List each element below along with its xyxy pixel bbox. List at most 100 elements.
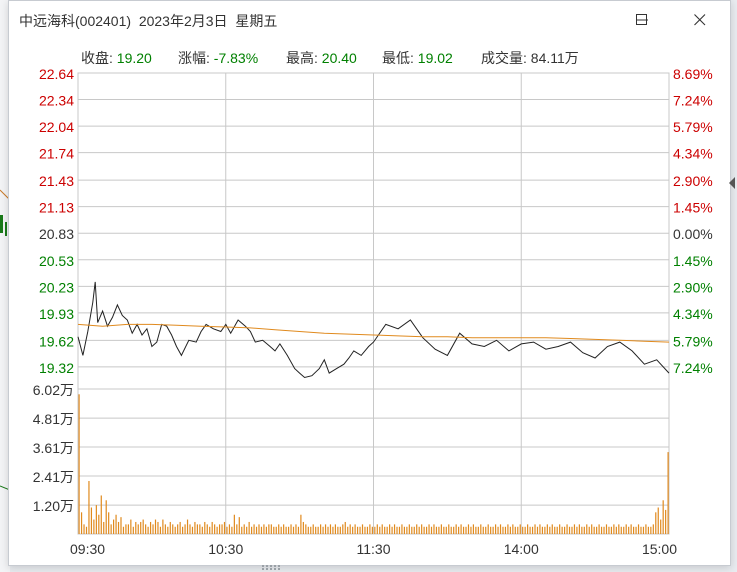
volume-bar (209, 526, 211, 534)
price-tick-label: 19.32 (39, 360, 74, 376)
volume-bar (356, 526, 359, 534)
volume-bar (366, 526, 369, 534)
volume-bar (480, 524, 482, 534)
volume-bar (396, 526, 398, 534)
volume-bar (263, 524, 265, 534)
volume-bar (598, 524, 600, 534)
volume-bar (482, 526, 484, 534)
volume-bar (433, 524, 435, 534)
volume-bar (347, 526, 349, 534)
price-tick-label: 22.34 (39, 93, 74, 109)
volume-bar (290, 524, 292, 534)
volume-bar (179, 521, 181, 534)
volume-bar (610, 526, 613, 534)
collapse-arrow-icon[interactable] (727, 176, 737, 190)
volume-bar (625, 524, 627, 534)
volume-bar (628, 526, 630, 534)
volume-bar (327, 526, 329, 534)
volume-bar (231, 526, 233, 534)
percent-tick-label: 1.45% (673, 200, 713, 216)
volume-bar (514, 526, 516, 534)
volume-bar (83, 524, 85, 534)
volume-bar (310, 526, 312, 534)
volume-bar (140, 521, 142, 534)
volume-bar (416, 524, 418, 534)
volume-bar (458, 526, 460, 534)
volume-bar (295, 524, 297, 534)
volume-bar (334, 524, 337, 534)
percent-tick-label: 8.69% (673, 66, 713, 82)
volume-bar (201, 526, 203, 534)
volume-bar (632, 526, 635, 534)
volume-bar (467, 524, 470, 534)
volume-bar (667, 452, 669, 534)
volume-bar (80, 512, 83, 534)
volume-bar (218, 524, 221, 534)
volume-bar (108, 512, 110, 534)
volume-bar (132, 526, 134, 534)
volume-bar (490, 526, 492, 534)
volume-bar (559, 524, 561, 534)
volume-bar (204, 521, 206, 534)
volume-bar (364, 526, 366, 534)
volume-bar (194, 521, 196, 534)
volume-bar (465, 526, 467, 534)
volume-bar (186, 519, 189, 534)
volume-bar (113, 519, 115, 534)
volume-bar (337, 526, 339, 534)
volume-bar (596, 526, 598, 534)
volume-bar (389, 524, 391, 534)
volume-bar (512, 524, 514, 534)
volume-bar (527, 524, 529, 534)
volume-bar (182, 526, 184, 534)
volume-bar (494, 524, 497, 534)
volume-bar (189, 524, 191, 534)
volume-bar (152, 524, 154, 534)
volume-bar (117, 521, 120, 534)
volume-bar (78, 394, 80, 534)
volume-bar (440, 524, 442, 534)
volume-bar (95, 505, 97, 534)
price-tick-label: 22.64 (39, 66, 74, 82)
volume-bar (529, 526, 531, 534)
volume-bar (149, 521, 152, 534)
time-tick-label: 09:30 (70, 541, 105, 557)
volume-bar (507, 524, 509, 534)
volume-bar (581, 526, 583, 534)
percent-tick-label: 2.90% (673, 279, 713, 295)
volume-bar (127, 524, 129, 534)
volume-bar (125, 524, 127, 534)
volume-bar (443, 526, 445, 534)
price-tick-label: 21.13 (39, 200, 74, 216)
volume-bar (305, 524, 307, 534)
percent-tick-label: 1.45% (673, 253, 713, 269)
volume-bar (339, 526, 341, 534)
volume-bar (571, 526, 573, 534)
volume-bar (191, 526, 194, 534)
volume-bar (283, 524, 285, 534)
percent-tick-label: 7.24% (673, 360, 713, 376)
volume-bar (608, 526, 610, 534)
price-tick-label: 19.93 (39, 306, 74, 322)
volume-bar (302, 521, 304, 534)
volume-bar (374, 526, 376, 534)
volume-bar (270, 524, 272, 534)
volume-bar (381, 524, 383, 534)
volume-bar (487, 524, 489, 534)
volume-bar (665, 509, 667, 534)
percent-tick-label: 7.24% (673, 93, 713, 109)
resize-grip-icon[interactable] (262, 565, 282, 571)
volume-bar (105, 500, 107, 534)
percent-tick-label: 5.79% (673, 333, 713, 349)
price-tick-label: 21.74 (39, 146, 74, 162)
volume-bar (384, 526, 386, 534)
volume-bar (492, 526, 494, 534)
volume-bar (425, 526, 428, 534)
volume-bar (317, 526, 319, 534)
volume-bar (539, 524, 541, 534)
volume-bar (455, 524, 457, 534)
volume-bar (88, 481, 90, 534)
intraday-chart[interactable]: 09:30 10:30 11:30 14:00 15:00 22.64 8.69% 22.34… (9, 1, 730, 565)
volume-bar (233, 514, 235, 534)
volume-bar (361, 524, 364, 534)
